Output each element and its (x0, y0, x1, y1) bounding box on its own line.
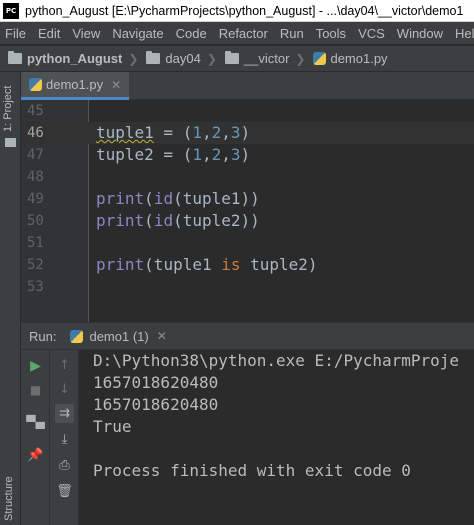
line-number: 45 (27, 103, 44, 119)
project-tool-tab[interactable]: 1: Project (0, 72, 21, 152)
breadcrumb-folder-victor[interactable]: __victor ❯ (217, 51, 306, 66)
project-tab-label: 1: Project (2, 85, 14, 132)
breadcrumb-folder-label: __victor (243, 51, 290, 66)
left-tool-strip: 1: Project (0, 72, 21, 525)
folder-icon (5, 138, 16, 147)
menu-run[interactable]: Run (274, 26, 310, 41)
menu-refactor[interactable]: Refactor (213, 26, 274, 41)
python-file-icon (313, 52, 327, 65)
code-text: print(tuple1 is tuple2) (96, 255, 318, 274)
menu-edit[interactable]: Edit (32, 26, 66, 41)
trash-icon[interactable]: 🗑 (55, 482, 74, 501)
print-icon[interactable]: ⎙ (55, 456, 74, 475)
arrow-down-icon[interactable]: ↓ (55, 380, 74, 399)
line-number: 51 (27, 235, 44, 251)
console-line: 1657018620480 (93, 373, 219, 392)
chevron-right-icon: ❯ (206, 51, 217, 66)
run-label: Run: (29, 328, 57, 344)
run-tab-label: demo1 (1) (89, 328, 149, 344)
menu-bar: File Edit View Navigate Code Refactor Ru… (0, 22, 474, 45)
folder-icon (224, 51, 239, 64)
code-line: 47 tuple2 = (1,2,3) (21, 144, 474, 166)
pycharm-logo-icon: PC (3, 2, 19, 19)
menu-help[interactable]: Help (449, 26, 474, 41)
python-file-icon (70, 329, 84, 343)
line-number: 47 (27, 147, 44, 163)
title-bar: PC python_August [E:\PycharmProjects\pyt… (0, 0, 474, 22)
chevron-right-icon: ❯ (128, 51, 139, 66)
menu-file[interactable]: File (0, 26, 32, 41)
layout-icon[interactable]: ▀▄ (26, 412, 45, 431)
console-line: Process finished with exit code 0 (93, 461, 411, 480)
line-number: 46 (27, 125, 44, 141)
structure-tool-tab[interactable]: Structure (3, 476, 15, 521)
soft-wrap-icon[interactable]: ⇉ (55, 404, 74, 423)
code-line: 53 (21, 276, 474, 298)
run-tab-demo1[interactable]: demo1 (1) ✕ (70, 323, 167, 349)
run-toolbar-secondary: ↑ ↓ ⇉ ⤓ ⎙ 🗑 (50, 350, 79, 525)
code-line: 45 (21, 100, 474, 122)
editor-tab-row: demo1.py ✕ (21, 72, 474, 100)
console-line: True (93, 417, 132, 436)
rerun-icon[interactable]: ▶ (26, 356, 45, 375)
breadcrumb-file[interactable]: demo1.py (305, 51, 388, 66)
line-number: 50 (27, 213, 44, 229)
menu-tools[interactable]: Tools (310, 26, 352, 41)
run-panel-header: Run: demo1 (1) ✕ (21, 322, 474, 350)
code-line: 52 print(tuple1 is tuple2) (21, 254, 474, 276)
code-line: 51 (21, 232, 474, 254)
breadcrumb: python_August ❯ day04 ❯ __victor ❯ demo1… (0, 46, 474, 72)
code-line: 46 tuple1 = (1,2,3) (21, 122, 474, 144)
folder-icon (8, 51, 22, 64)
code-line: 50 print(id(tuple2)) (21, 210, 474, 232)
python-file-icon (29, 78, 42, 91)
line-number: 49 (27, 191, 44, 207)
arrow-up-icon[interactable]: ↑ (55, 356, 74, 375)
close-icon[interactable]: ✕ (157, 329, 167, 343)
line-number: 53 (27, 279, 44, 295)
tab-demo1[interactable]: demo1.py ✕ (21, 72, 130, 100)
line-number: 48 (27, 169, 44, 185)
menu-view[interactable]: View (66, 26, 106, 41)
stop-icon[interactable]: ■ (26, 380, 45, 399)
menu-vcs[interactable]: VCS (352, 26, 391, 41)
code-text: print(id(tuple2)) (96, 211, 260, 230)
folder-icon (146, 51, 161, 64)
code-line: 49 print(id(tuple1)) (21, 188, 474, 210)
pin-icon[interactable]: 📌 (26, 446, 45, 465)
line-number: 52 (27, 257, 44, 273)
code-editor[interactable]: 45 46 tuple1 = (1,2,3) 47 tuple2 = (1,2,… (21, 100, 474, 322)
window-title: python_August [E:\PycharmProjects\python… (25, 3, 464, 18)
close-icon[interactable]: ✕ (111, 78, 121, 92)
code-text: tuple2 = (1,2,3) (96, 145, 251, 164)
menu-code[interactable]: Code (170, 26, 213, 41)
run-toolbar-primary: ▶ ■ ▀▄ 📌 (21, 350, 50, 525)
breadcrumb-project[interactable]: python_August ❯ (0, 51, 138, 66)
tab-label: demo1.py (46, 77, 104, 92)
console-line: D:\Python38\python.exe E:/PycharmProje (93, 351, 460, 370)
run-console[interactable]: D:\Python38\python.exe E:/PycharmProje 1… (79, 350, 474, 525)
scroll-to-end-icon[interactable]: ⤓ (55, 430, 74, 449)
code-text: tuple1 = (1,2,3) (96, 123, 251, 142)
breadcrumb-folder-day04[interactable]: day04 ❯ (138, 51, 217, 66)
console-line: 1657018620480 (93, 395, 219, 414)
breadcrumb-folder-label: day04 (165, 51, 201, 66)
chevron-right-icon: ❯ (295, 51, 306, 66)
breadcrumb-project-label: python_August (27, 51, 123, 66)
breadcrumb-file-label: demo1.py (330, 51, 388, 66)
code-line: 48 (21, 166, 474, 188)
menu-navigate[interactable]: Navigate (106, 26, 169, 41)
code-text: print(id(tuple1)) (96, 189, 260, 208)
menu-window[interactable]: Window (391, 26, 449, 41)
